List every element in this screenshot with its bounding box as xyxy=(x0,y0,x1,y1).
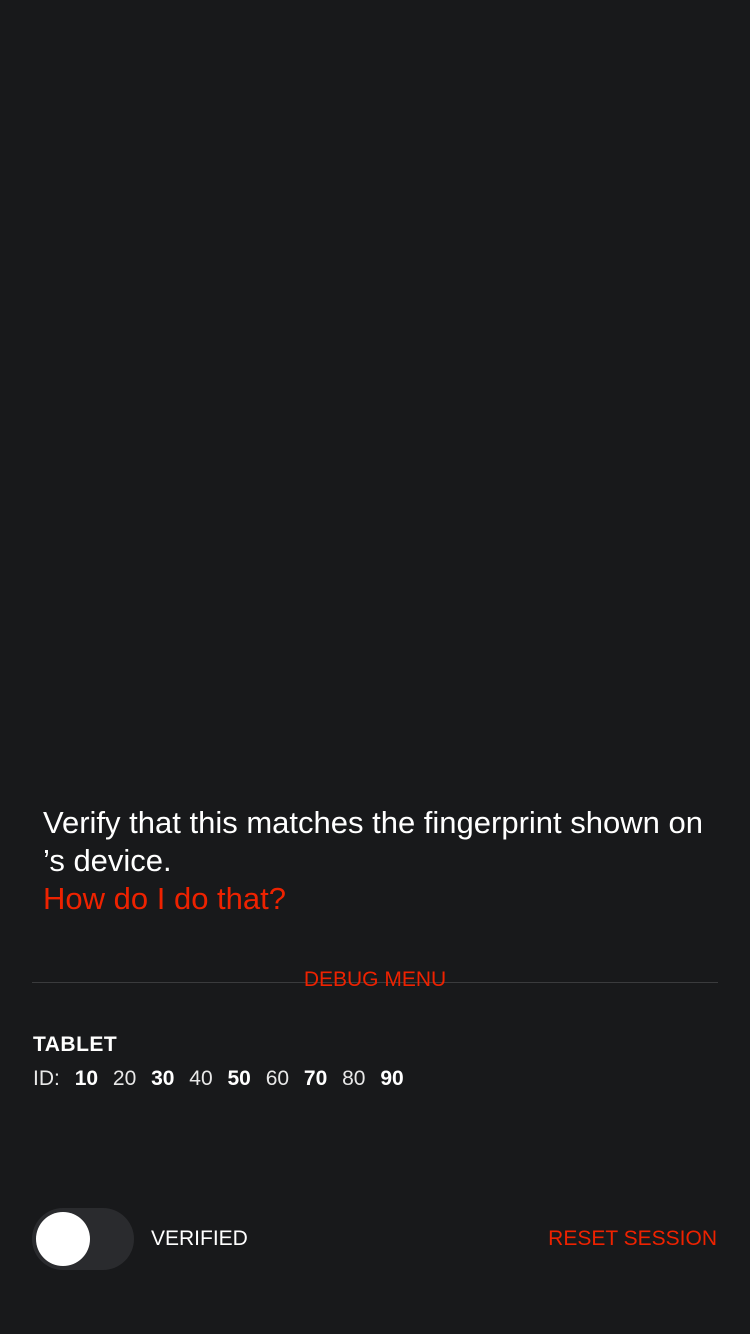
id-group: 20 xyxy=(112,1067,137,1090)
verification-instructions: Verify that this matches the fingerprint… xyxy=(43,804,723,918)
help-link[interactable]: How do I do that? xyxy=(43,880,723,918)
device-name: TABLET xyxy=(33,1033,118,1056)
id-group: 50 xyxy=(227,1067,251,1090)
toggle-knob xyxy=(36,1212,90,1266)
id-group: 40 xyxy=(189,1067,213,1090)
id-group: 30 xyxy=(151,1067,175,1090)
id-label: ID: xyxy=(33,1067,60,1090)
id-group: 60 xyxy=(265,1067,290,1090)
id-group: 70 xyxy=(303,1067,328,1090)
fingerprint-id: ID: 10 20 30 40 50 60 70 80 90 xyxy=(33,1067,413,1091)
reset-session-button[interactable]: RESET SESSION xyxy=(548,1227,717,1251)
debug-menu-button[interactable]: DEBUG MENU xyxy=(0,968,750,992)
verified-toggle[interactable] xyxy=(32,1208,134,1270)
instruction-text: Verify that this matches the fingerprint… xyxy=(43,805,703,878)
id-group: 10 xyxy=(74,1067,99,1090)
id-group: 80 xyxy=(342,1067,366,1090)
verified-label: VERIFIED xyxy=(151,1227,248,1250)
id-group: 90 xyxy=(380,1067,404,1090)
